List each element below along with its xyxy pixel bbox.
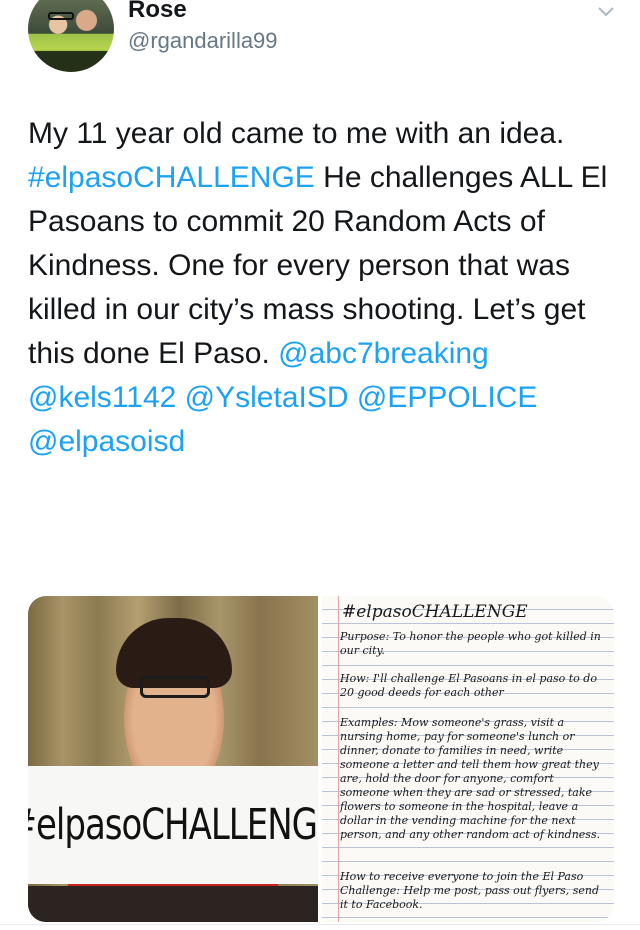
avatar-glasses [48, 12, 74, 20]
mention-link[interactable]: @EPPOLICE [357, 381, 538, 414]
mention-link[interactable]: @YsletaISD [185, 381, 349, 414]
mention-link[interactable]: @elpasoisd [28, 425, 185, 458]
note-closing: How to receive everyone to join the El P… [340, 870, 600, 911]
tweet-media[interactable]: #elpasoCHALLENGE #elpasoCHALLENGE Purpos… [28, 596, 614, 922]
chevron-down-icon[interactable] [596, 2, 616, 22]
tweet-text-segment [349, 381, 357, 414]
display-name[interactable]: Rose [128, 0, 187, 24]
note-how: How: I'll challenge El Pasoans in el pas… [340, 672, 597, 699]
tweet-text-segment [176, 381, 184, 414]
photo-glasses [140, 676, 210, 698]
tweet-text-segment: My 11 year old came to me with an idea. [28, 117, 565, 150]
photo-boy-with-sign[interactable]: #elpasoCHALLENGE [28, 596, 318, 922]
avatar[interactable] [28, 0, 114, 72]
hashtag-link[interactable]: #elpasoCHALLENGE [28, 161, 315, 194]
challenge-sign: #elpasoCHALLENGE [28, 766, 318, 884]
tweet-text: My 11 year old came to me with an idea. … [28, 112, 618, 464]
tweet-header: Rose @rgandarilla99 [0, 0, 640, 80]
note-title: #elpasoCHALLENGE [342, 602, 528, 622]
user-handle[interactable]: @rgandarilla99 [128, 28, 278, 54]
mention-link[interactable]: @abc7breaking [278, 337, 489, 370]
mention-link[interactable]: @kels1142 [28, 381, 176, 414]
photo-handwritten-note[interactable]: #elpasoCHALLENGE Purpose: To honor the p… [322, 596, 614, 922]
divider [0, 924, 640, 925]
photo-shadow [28, 886, 318, 922]
margin-line [338, 596, 339, 922]
note-purpose: Purpose: To honor the people who got kil… [340, 630, 601, 657]
note-examples: Examples: Mow someone's grass, visit a n… [340, 716, 601, 841]
sign-text: #elpasoCHALLENGE [28, 800, 318, 850]
